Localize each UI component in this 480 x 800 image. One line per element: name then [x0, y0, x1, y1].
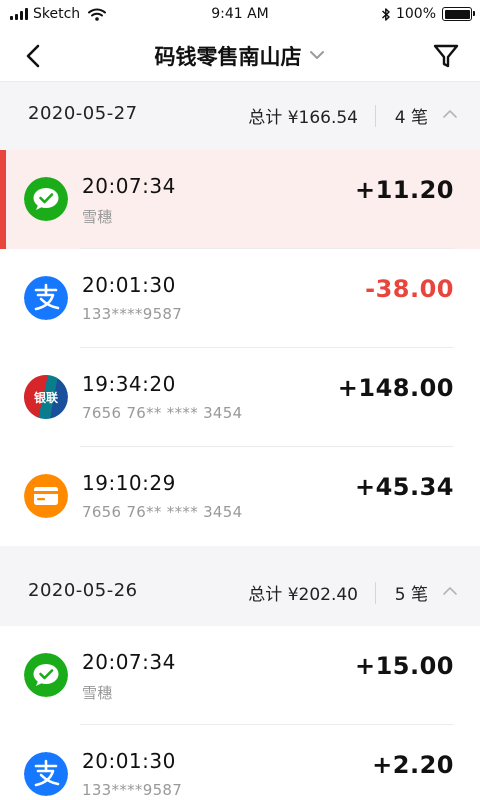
section-total: 总计 ¥166.54: [248, 108, 358, 128]
transaction-payer: 雪穗: [82, 208, 113, 226]
date-section-header[interactable]: 2020-05-26 总计 ¥202.40 5 笔: [0, 560, 480, 624]
transaction-row[interactable]: 20:01:30 133****9587 -38.00: [0, 249, 480, 348]
status-right: 100%: [381, 6, 475, 22]
section-date: 2020-05-26: [28, 580, 138, 601]
transaction-amount: +15.00: [354, 652, 454, 680]
transaction-row[interactable]: 20:07:34 雪穗 +15.00: [0, 626, 480, 725]
section-total: 总计 ¥202.40: [248, 585, 358, 605]
transaction-amount: +2.20: [372, 751, 454, 779]
transaction-time: 19:10:29: [82, 471, 176, 495]
transaction-list: 20:07:34 雪穗 +11.20 20:01:30 133****9587 …: [0, 150, 480, 546]
transaction-amount: -38.00: [365, 275, 454, 303]
transaction-time: 19:34:20: [82, 372, 176, 396]
transaction-row[interactable]: 20:01:30 133****9587 +2.20: [0, 725, 480, 800]
section-date: 2020-05-27: [28, 103, 138, 124]
nav-bar: 码钱零售南山店: [0, 30, 480, 82]
alipay-icon: [24, 276, 68, 320]
transaction-list: 20:07:34 雪穗 +15.00 20:01:30 133****9587 …: [0, 626, 480, 800]
wechat-pay-icon: [24, 653, 68, 697]
transaction-row[interactable]: 20:07:34 雪穗 +11.20: [0, 150, 480, 249]
wechat-pay-icon: [24, 177, 68, 221]
page-title: 码钱零售南山店: [154, 45, 302, 69]
transaction-row[interactable]: 银联 19:34:20 7656 76** **** 3454 +148.00: [0, 348, 480, 447]
transaction-card: 7656 76** **** 3454: [82, 404, 243, 422]
battery-percent: 100%: [395, 6, 436, 22]
divider: [375, 582, 376, 604]
chevron-up-icon[interactable]: [442, 109, 458, 119]
transaction-row[interactable]: 19:10:29 7656 76** **** 3454 +45.34: [0, 447, 480, 546]
date-section-header[interactable]: 2020-05-27 总计 ¥166.54 4 笔: [0, 83, 480, 147]
filter-icon[interactable]: [432, 42, 460, 70]
transaction-payer: 雪穗: [82, 684, 113, 702]
transaction-card: 7656 76** **** 3454: [82, 503, 243, 521]
chevron-down-icon: [309, 51, 324, 59]
bank-card-icon: [24, 474, 68, 518]
section-count: 4 笔: [394, 108, 428, 128]
bluetooth-icon: [381, 7, 390, 21]
unionpay-icon: 银联: [24, 375, 68, 419]
alipay-icon: [24, 752, 68, 796]
transaction-amount: +148.00: [337, 374, 454, 402]
transaction-payer: 133****9587: [82, 305, 183, 323]
chevron-up-icon[interactable]: [442, 586, 458, 596]
divider: [375, 105, 376, 127]
transaction-payer: 133****9587: [82, 781, 183, 799]
transaction-time: 20:07:34: [82, 174, 176, 198]
transaction-time: 20:01:30: [82, 273, 176, 297]
svg-text:银联: 银联: [34, 390, 58, 405]
store-selector[interactable]: 码钱零售南山店: [0, 41, 480, 71]
transaction-time: 20:07:34: [82, 650, 176, 674]
battery-icon: [442, 7, 475, 21]
transaction-amount: +45.34: [354, 473, 454, 501]
status-bar: Sketch 9:41 AM 100%: [0, 0, 480, 30]
transaction-amount: +11.20: [354, 176, 454, 204]
transaction-time: 20:01:30: [82, 749, 176, 773]
section-count: 5 笔: [394, 585, 428, 605]
